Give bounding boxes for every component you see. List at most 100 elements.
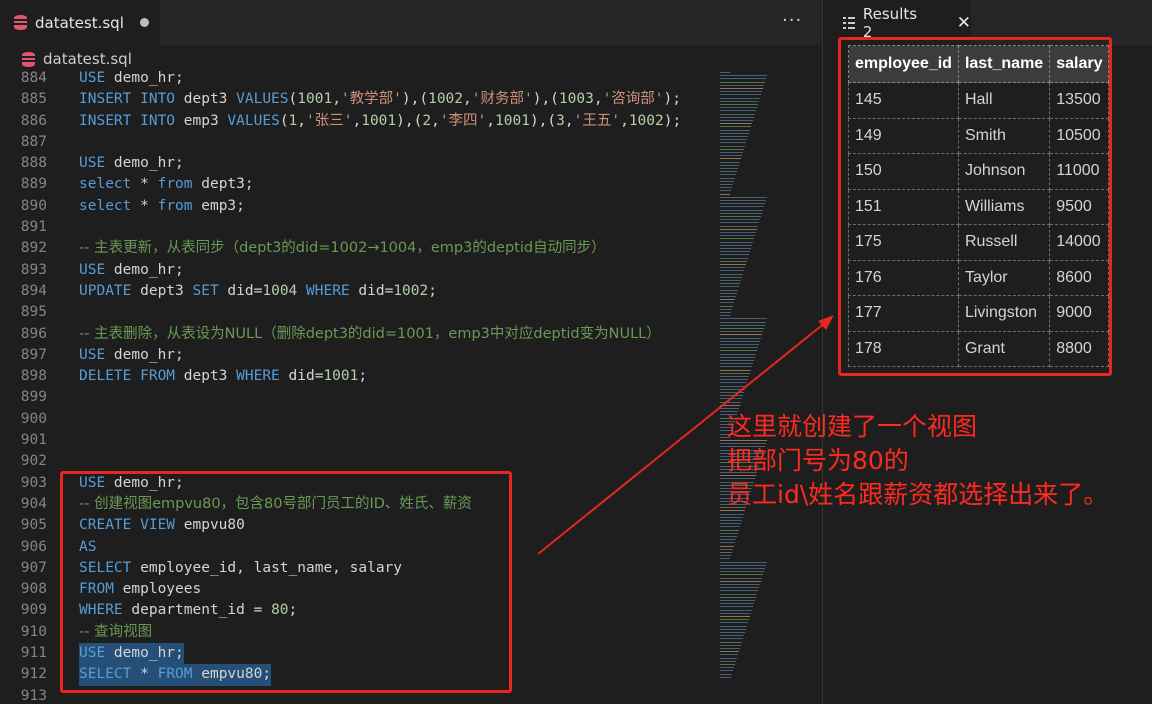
table-row[interactable]: 177 Livingston 9000 — [848, 295, 1110, 332]
line-number: 899 — [20, 389, 47, 406]
code-line[interactable]: 887 — [0, 132, 715, 153]
table-cell[interactable]: 176 — [848, 259, 959, 296]
code-token: , — [431, 112, 440, 129]
table-cell[interactable]: 178 — [848, 330, 959, 367]
table-cell[interactable]: Johnson — [957, 153, 1051, 190]
table-cell[interactable]: Taylor — [957, 259, 1051, 296]
breadcrumb-file[interactable]: datatest.sql — [43, 50, 132, 68]
table-row[interactable]: 150 Johnson 11000 — [848, 153, 1110, 190]
minimap-line — [720, 392, 744, 393]
minimap-line — [720, 104, 758, 105]
code-line[interactable]: 906 AS — [0, 537, 715, 558]
more-actions-icon[interactable]: ··· — [782, 10, 802, 31]
code-text: CREATE VIEW empvu80 — [79, 515, 245, 536]
column-header-employee_id[interactable]: employee_id — [848, 45, 959, 83]
close-icon[interactable]: ✕ — [957, 13, 971, 33]
code-line[interactable]: 897 USE demo_hr; — [0, 345, 715, 366]
code-line[interactable]: 884 USE demo_hr; — [0, 68, 715, 89]
code-line[interactable]: 908 FROM employees — [0, 579, 715, 600]
table-cell[interactable]: 14000 — [1049, 224, 1110, 261]
code-token: ),( — [401, 91, 429, 108]
table-row[interactable]: 151 Williams 9500 — [848, 188, 1110, 225]
code-line[interactable]: 886 INSERT INTO emp3 VALUES(1,'张三',1001),… — [0, 111, 715, 132]
code-text: -- 主表删除，从表设为NULL（删除dept3的did=1001，emp3中对… — [79, 324, 661, 345]
code-line[interactable]: 893 USE demo_hr; — [0, 260, 715, 281]
minimap-line — [720, 673, 732, 675]
minimap-line — [720, 296, 736, 297]
minimap-line — [720, 81, 765, 83]
code-line[interactable]: 904 -- 创建视图empvu80，包含80号部门员工的ID、姓氏、薪资 — [0, 494, 715, 515]
table-cell[interactable]: Williams — [957, 188, 1051, 225]
column-header-salary[interactable]: salary — [1049, 45, 1110, 83]
table-cell[interactable]: 8800 — [1049, 330, 1110, 367]
minimap-line — [720, 107, 757, 109]
code-line[interactable]: 889 select * from dept3; — [0, 174, 715, 195]
table-cell[interactable]: Grant — [957, 330, 1051, 367]
minimap-line — [720, 568, 765, 569]
code-line[interactable]: 901 — [0, 430, 715, 451]
code-line[interactable]: 891 — [0, 217, 715, 238]
table-cell[interactable]: 177 — [848, 295, 959, 332]
code-line[interactable]: 892 -- 主表更新，从表同步（dept3的did=1002→1004，emp3… — [0, 238, 715, 259]
table-cell[interactable]: 10500 — [1049, 117, 1110, 154]
annotation-line: 员工id\姓名跟薪资都选择出来了。 — [727, 480, 1109, 509]
code-line[interactable]: 894 UPDATE dept3 SET did=1004 WHERE did=1… — [0, 281, 715, 302]
editor-scrollbar[interactable] — [810, 68, 822, 704]
code-line[interactable]: 911 USE demo_hr; — [0, 643, 715, 665]
table-cell[interactable]: Livingston — [957, 295, 1051, 332]
minimap-line — [720, 235, 755, 237]
code-line[interactable]: 910 -- 查询视图 — [0, 622, 715, 643]
minimap-line — [720, 216, 761, 217]
code-line[interactable]: 905 CREATE VIEW empvu80 — [0, 515, 715, 536]
minimap-line — [720, 292, 737, 294]
table-row[interactable]: 145 Hall 13500 — [848, 82, 1110, 119]
code-line[interactable]: 898 DELETE FROM dept3 WHERE did=1001; — [0, 366, 715, 387]
table-row[interactable]: 149 Smith 10500 — [848, 117, 1110, 154]
table-cell[interactable]: Hall — [957, 82, 1051, 119]
code-line[interactable]: 907 SELECT employee_id, last_name, salary — [0, 558, 715, 579]
code-line[interactable]: 895 — [0, 302, 715, 323]
table-row[interactable]: 175 Russell 14000 — [848, 224, 1110, 261]
code-line[interactable]: 900 — [0, 409, 715, 430]
minimap-line — [720, 379, 748, 381]
code-line[interactable]: 903 USE demo_hr; — [0, 473, 715, 494]
code-token: ; — [288, 602, 298, 619]
column-header-last_name[interactable]: last_name — [957, 45, 1051, 83]
tab-results-2[interactable]: Results 2 ✕ — [823, 0, 971, 45]
code-line[interactable]: 885 INSERT INTO dept3 VALUES(1001,'教学部'),… — [0, 89, 715, 110]
code-line[interactable]: 912 SELECT * FROM empvu80; — [0, 664, 715, 686]
minimap-line — [720, 571, 764, 573]
unsaved-dot-icon[interactable] — [139, 18, 149, 27]
table-cell[interactable]: 145 — [848, 82, 959, 119]
table-cell[interactable]: 149 — [848, 117, 959, 154]
code-token: 1001 — [361, 112, 397, 129]
code-line[interactable]: 909 WHERE department_id = 80; — [0, 600, 715, 621]
table-cell[interactable]: 9500 — [1049, 188, 1110, 225]
minimap-line — [720, 347, 758, 349]
code-line[interactable]: 888 USE demo_hr; — [0, 153, 715, 174]
database-icon — [22, 51, 35, 67]
minimap[interactable] — [718, 68, 770, 704]
code-line[interactable]: 899 — [0, 387, 715, 408]
table-cell[interactable]: 11000 — [1049, 153, 1110, 190]
table-cell[interactable]: 8600 — [1049, 259, 1110, 296]
code-line[interactable]: 902 — [0, 451, 715, 472]
code-area[interactable]: 884 USE demo_hr; 885 INSERT INTO dept3 VALU… — [0, 68, 715, 704]
minimap-line — [720, 382, 747, 384]
table-cell[interactable]: Smith — [957, 117, 1051, 154]
table-cell[interactable]: 13500 — [1049, 82, 1110, 119]
table-cell[interactable]: 151 — [848, 188, 959, 225]
results-table[interactable]: employee_id last_name salary 145 Hall 13500 1… — [848, 45, 1110, 367]
code-line[interactable]: 913 — [0, 686, 715, 704]
table-cell[interactable]: 150 — [848, 153, 959, 190]
tab-datatest-sql[interactable]: datatest.sql — [0, 0, 160, 45]
table-cell[interactable]: 9000 — [1049, 295, 1110, 332]
table-row[interactable]: 178 Grant 8800 — [848, 330, 1110, 367]
table-cell[interactable]: Russell — [957, 224, 1051, 261]
code-line[interactable]: 896 -- 主表删除，从表设为NULL（删除dept3的did=1001，emp… — [0, 324, 715, 345]
table-cell[interactable]: 175 — [848, 224, 959, 261]
minimap-line — [720, 193, 730, 195]
table-row[interactable]: 176 Taylor 8600 — [848, 259, 1110, 296]
code-line[interactable]: 890 select * from emp3; — [0, 196, 715, 217]
minimap-line — [720, 206, 764, 208]
